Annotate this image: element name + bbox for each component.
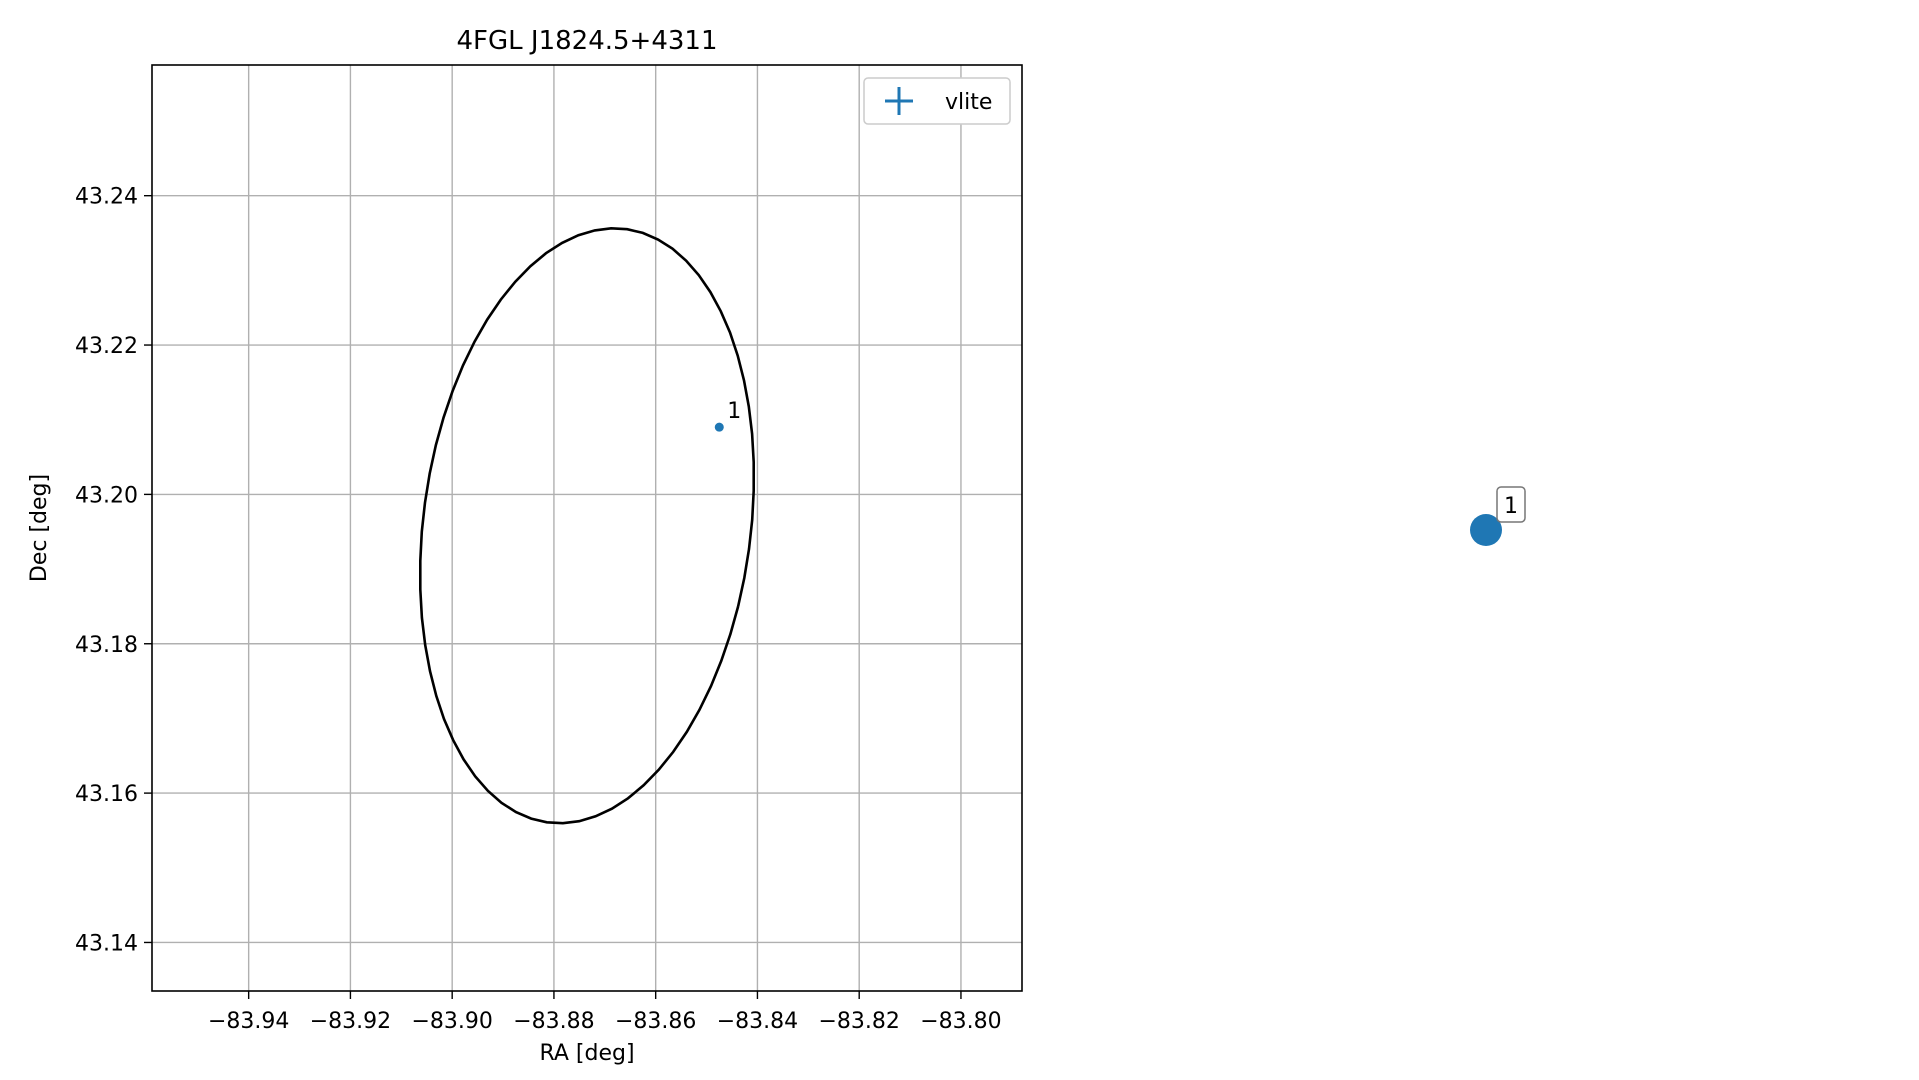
axis-ticks: −83.94 −83.92 −83.90 −83.88 −83.86 −83.84 −83.… [75, 185, 1002, 1034]
figure: 1 −83.94 −83.92 −83.90 −83.88 −83.86 −83.84 −8… [27, 26, 1526, 1066]
chart-title: 4FGL J1824.5+4311 [457, 26, 718, 56]
x-tick-label: −83.90 [411, 1009, 492, 1034]
y-tick-label: 43.24 [75, 185, 138, 210]
y-tick-label: 43.14 [75, 931, 138, 956]
y-tick-label: 43.18 [75, 633, 138, 658]
plot-frame [151, 64, 1023, 992]
data-points: 1 [714, 399, 741, 432]
y-tick-label: 43.20 [75, 483, 138, 508]
data-point-label: 1 [727, 399, 741, 424]
y-tick-label: 43.16 [75, 782, 138, 807]
x-tick-label: −83.88 [513, 1009, 594, 1034]
x-tick-label: −83.86 [615, 1009, 696, 1034]
x-axis-label: RA [deg] [539, 1041, 634, 1066]
x-tick-label: −83.94 [208, 1009, 289, 1034]
source-label: 1 [1504, 494, 1518, 519]
x-tick-label: −83.92 [310, 1009, 391, 1034]
main-chart: 1 −83.94 −83.92 −83.90 −83.88 −83.86 −83.84 −8… [27, 26, 1023, 1066]
legend: vlite [863, 77, 1011, 125]
x-tick-label: −83.82 [818, 1009, 899, 1034]
legend-label: vlite [945, 90, 992, 115]
y-tick-label: 43.22 [75, 334, 138, 359]
secondary-chart: 1 [1470, 486, 1526, 546]
y-axis-label: Dec [deg] [27, 474, 52, 582]
error-ellipse-group [418, 226, 756, 825]
x-tick-label: −83.80 [920, 1009, 1001, 1034]
error-ellipse [418, 226, 756, 825]
x-tick-label: −83.84 [717, 1009, 798, 1034]
data-point [714, 422, 724, 432]
grid [152, 65, 1022, 991]
